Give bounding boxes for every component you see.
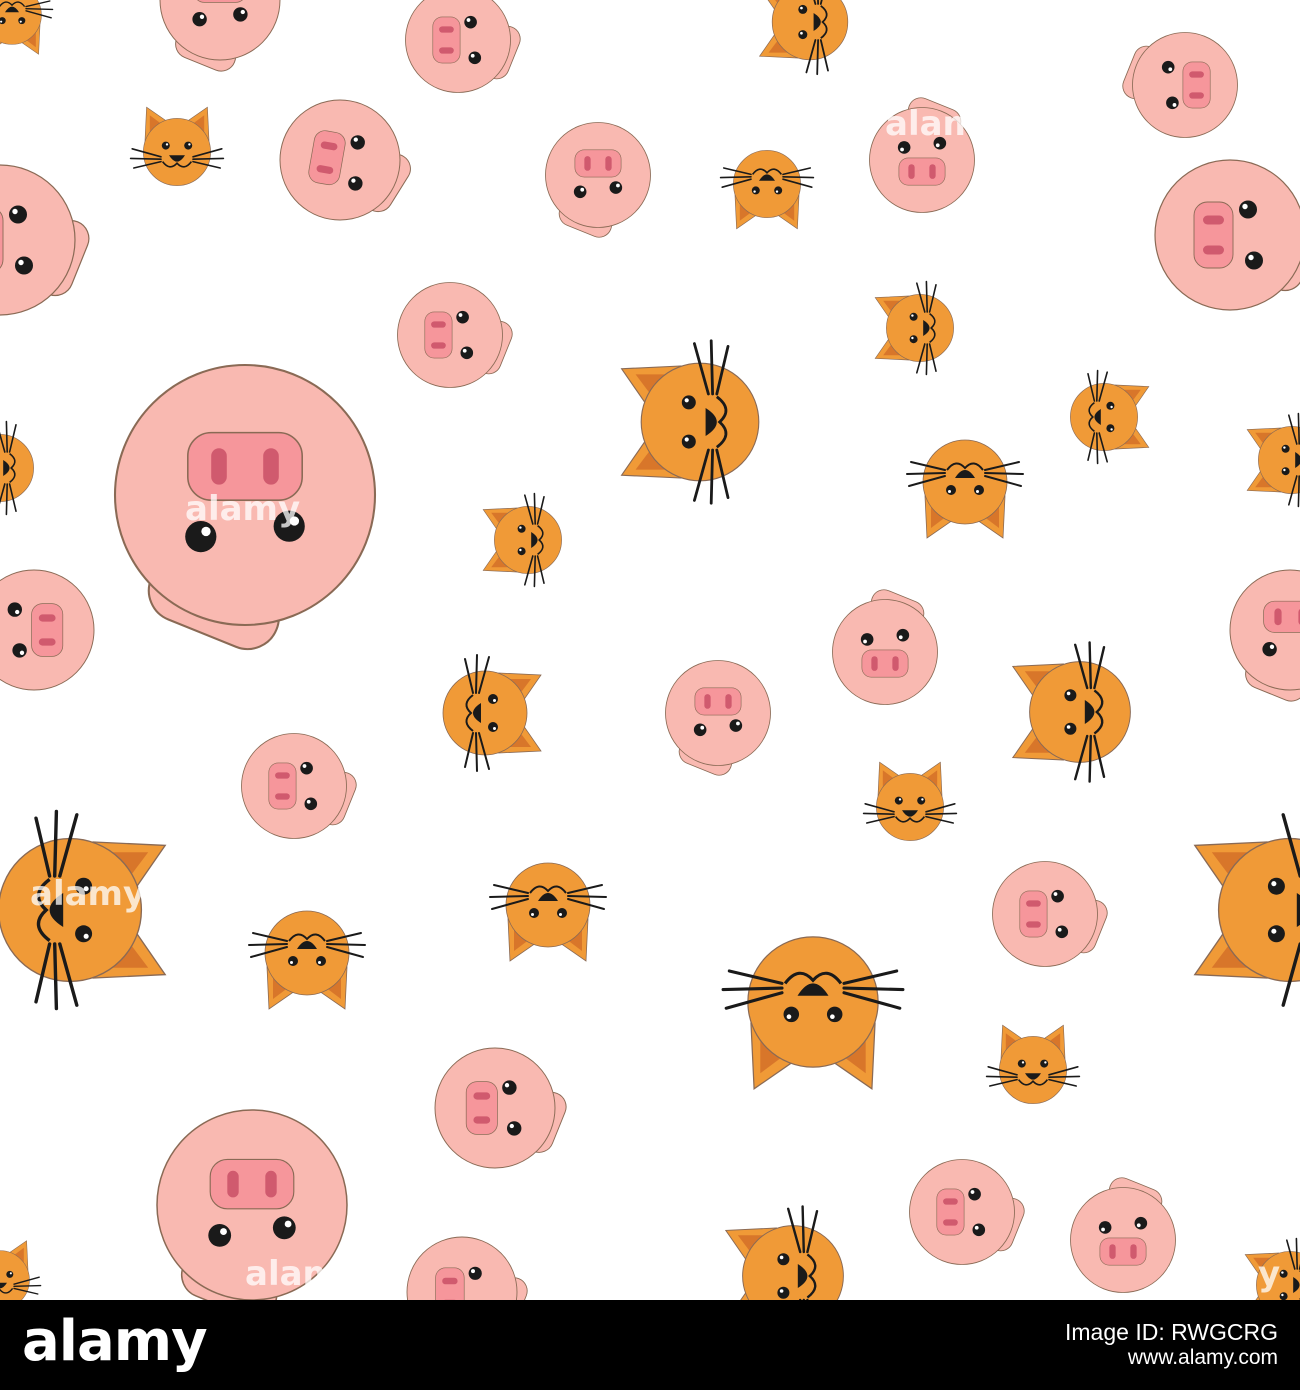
pig-face xyxy=(544,121,652,242)
cat-face xyxy=(1193,809,1300,1011)
pig-face xyxy=(991,860,1112,968)
cat-face xyxy=(0,1240,42,1300)
cat-face xyxy=(1246,412,1300,508)
footer-logo: alamy xyxy=(22,1309,208,1374)
cat-face xyxy=(985,1024,1081,1105)
watermark-text: alamy xyxy=(885,104,1000,144)
cat-face xyxy=(1069,369,1150,465)
pig-face xyxy=(0,569,95,691)
cat-face xyxy=(489,862,607,962)
pig-face xyxy=(1118,31,1239,139)
cat-face xyxy=(0,0,54,55)
pig-face xyxy=(406,1236,532,1300)
pattern-canvas: alamy alamy alamy alamy alamy xyxy=(0,0,1300,1300)
pig-face xyxy=(1069,1173,1177,1294)
cat-face xyxy=(906,439,1024,539)
cat-face xyxy=(721,935,905,1091)
cat-face xyxy=(1011,641,1132,783)
cat-face xyxy=(248,910,366,1010)
pig-face xyxy=(269,89,426,233)
pig-face xyxy=(664,659,772,780)
cat-face xyxy=(0,420,35,516)
watermark-text: alamy xyxy=(30,874,145,914)
cat-face xyxy=(862,761,958,842)
watermark-text: alamy xyxy=(1165,1254,1280,1294)
watermark-text: alamy xyxy=(185,489,300,529)
watermark-text: alamy xyxy=(245,1254,360,1294)
pig-face xyxy=(831,585,939,706)
pig-face xyxy=(240,732,361,840)
cat-face xyxy=(724,1205,845,1300)
pig-face xyxy=(396,281,517,389)
pig-face xyxy=(434,1047,572,1169)
footer-bar: alamy Image ID: RWGCRG www.alamy.com xyxy=(0,1300,1300,1390)
cat-face xyxy=(874,280,955,376)
pig-face xyxy=(159,0,281,77)
cat-face xyxy=(129,106,225,187)
pig-face xyxy=(1229,569,1300,707)
cat-face xyxy=(442,654,542,772)
cat-face xyxy=(758,0,849,76)
cat-face xyxy=(620,339,761,505)
pig-face xyxy=(1154,159,1300,311)
cat-face xyxy=(719,149,815,230)
footer-info: Image ID: RWGCRG www.alamy.com xyxy=(1065,1320,1278,1370)
pig-face xyxy=(0,164,96,316)
pig-face xyxy=(908,1158,1029,1266)
pig-face xyxy=(404,0,525,94)
image-id-label: Image ID: RWGCRG xyxy=(1065,1319,1278,1345)
site-url: www.alamy.com xyxy=(1127,1346,1278,1369)
cat-face xyxy=(482,492,563,588)
